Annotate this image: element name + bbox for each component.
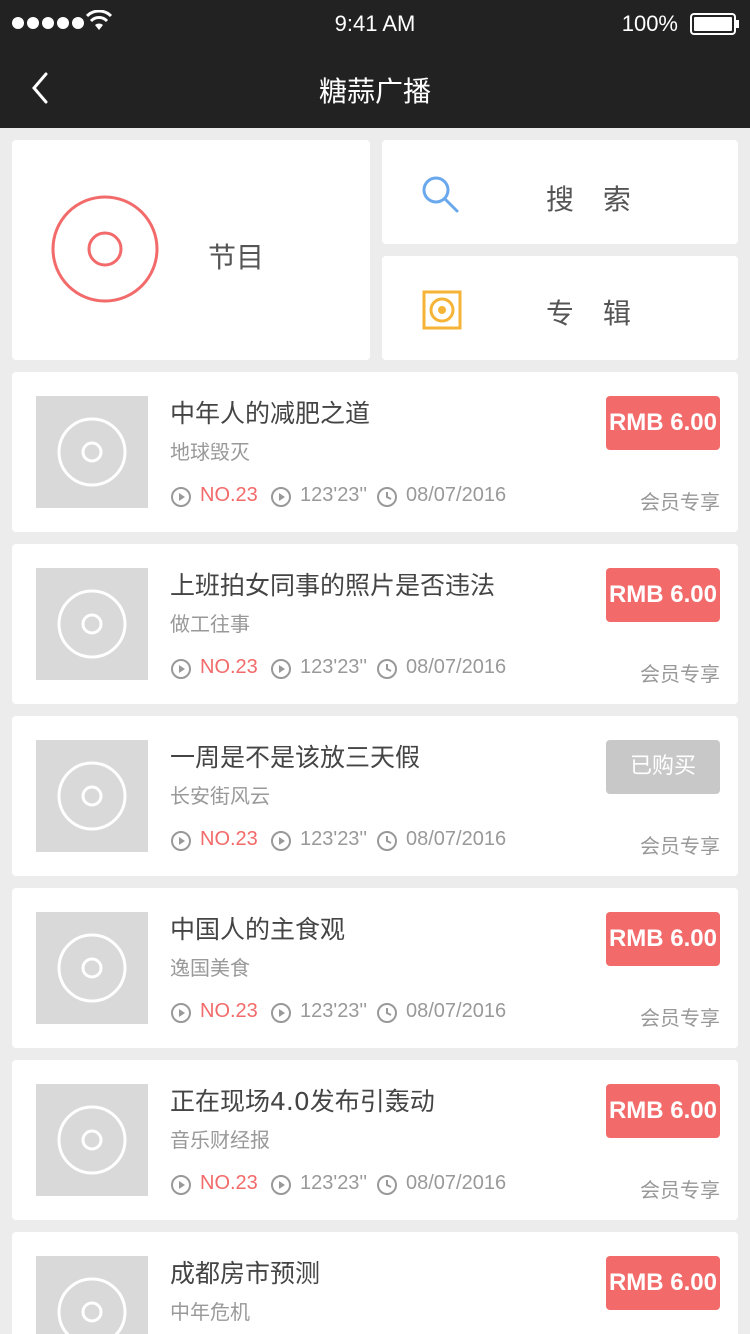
search-card[interactable]: 搜 索	[382, 140, 738, 244]
program-card[interactable]: 节目	[12, 140, 370, 360]
item-thumbnail	[36, 396, 148, 508]
play-icon	[271, 1003, 291, 1023]
search-icon	[422, 176, 459, 213]
item-duration: 123'23''	[300, 1172, 368, 1194]
battery-icon	[690, 13, 739, 35]
disc-icon	[57, 417, 127, 487]
member-label: 会员专享	[640, 1006, 720, 1030]
item-meta: NO.23 123'23'' 08/07/2016	[170, 828, 510, 854]
price-button[interactable]: RMB 6.00	[606, 568, 720, 622]
item-date: 08/07/2016	[406, 656, 507, 678]
play-icon	[171, 659, 191, 679]
album-card[interactable]: 专 辑	[382, 256, 738, 360]
play-icon	[171, 1003, 191, 1023]
list-item[interactable]: 成都房市预测 中年危机 RMB 6.00	[12, 1232, 738, 1334]
item-thumbnail	[36, 1256, 148, 1334]
item-meta: NO.23 123'23'' 08/07/2016	[170, 484, 510, 510]
play-icon	[171, 831, 191, 851]
play-icon	[271, 487, 291, 507]
member-label: 会员专享	[640, 1178, 720, 1202]
list-item[interactable]: 一周是不是该放三天假 长安街风云 NO.23 123'23'' 08/07/20…	[12, 716, 738, 876]
item-rank: NO.23	[200, 656, 258, 678]
status-bar: 9:41 AM 100%	[0, 0, 750, 48]
list-item[interactable]: 中国人的主食观 逸国美食 NO.23 123'23'' 08/07/2016 R…	[12, 888, 738, 1048]
item-rank: NO.23	[200, 1000, 258, 1022]
list-item[interactable]: 正在现场4.0发布引轰动 音乐财经报 NO.23 123'23'' 08/07/…	[12, 1060, 738, 1220]
item-rank: NO.23	[200, 828, 258, 850]
clock-icon	[377, 1003, 397, 1023]
item-duration: 123'23''	[300, 828, 368, 850]
price-button[interactable]: RMB 6.00	[606, 912, 720, 966]
item-subtitle: 逸国美食	[170, 956, 250, 980]
item-rank: NO.23	[200, 1172, 258, 1194]
item-date: 08/07/2016	[406, 1172, 507, 1194]
item-duration: 123'23''	[300, 1000, 368, 1022]
page-title: 糖蒜广播	[318, 75, 431, 108]
disc-icon	[57, 1277, 127, 1334]
disc-icon	[57, 1105, 127, 1175]
clock-icon	[377, 831, 397, 851]
play-icon	[271, 831, 291, 851]
item-subtitle: 做工往事	[170, 612, 250, 636]
price-button[interactable]: RMB 6.00	[606, 1256, 720, 1310]
play-icon	[171, 1175, 191, 1195]
price-button[interactable]: RMB 6.00	[606, 1084, 720, 1138]
list-item[interactable]: 中年人的减肥之道 地球毁灭 NO.23 123'23'' 08/07/2016 …	[12, 372, 738, 532]
item-title: 正在现场4.0发布引轰动	[170, 1087, 435, 1116]
item-subtitle: 中年危机	[170, 1300, 250, 1324]
play-icon	[171, 487, 191, 507]
clock-icon	[377, 1175, 397, 1195]
item-date: 08/07/2016	[406, 828, 507, 850]
item-meta: NO.23 123'23'' 08/07/2016	[170, 656, 510, 682]
member-label: 会员专享	[640, 490, 720, 514]
item-subtitle: 音乐财经报	[170, 1128, 270, 1152]
item-meta: NO.23 123'23'' 08/07/2016	[170, 1172, 510, 1198]
disc-icon	[57, 761, 127, 831]
item-thumbnail	[36, 740, 148, 852]
clock-icon	[377, 659, 397, 679]
item-title: 成都房市预测	[170, 1259, 321, 1288]
item-date: 08/07/2016	[406, 484, 507, 506]
item-thumbnail	[36, 568, 148, 680]
item-rank: NO.23	[200, 484, 258, 506]
purchased-button[interactable]: 已购买	[606, 740, 720, 794]
search-label: 搜 索	[546, 183, 641, 216]
program-disc-icon	[51, 195, 159, 303]
album-icon	[422, 290, 462, 330]
item-duration: 123'23''	[300, 656, 368, 678]
item-thumbnail	[36, 912, 148, 1024]
disc-icon	[57, 933, 127, 1003]
item-title: 上班拍女同事的照片是否违法	[170, 571, 496, 600]
member-label: 会员专享	[640, 662, 720, 686]
item-title: 中年人的减肥之道	[170, 399, 371, 428]
item-subtitle: 地球毁灭	[170, 440, 250, 464]
price-button[interactable]: RMB 6.00	[606, 396, 720, 450]
program-label: 节目	[208, 241, 265, 274]
item-title: 一周是不是该放三天假	[170, 743, 421, 772]
clock-icon	[377, 487, 397, 507]
battery-percent: 100%	[621, 11, 678, 36]
list-item[interactable]: 上班拍女同事的照片是否违法 做工往事 NO.23 123'23'' 08/07/…	[12, 544, 738, 704]
play-icon	[271, 1175, 291, 1195]
nav-bar: 糖蒜广播	[0, 48, 750, 128]
item-thumbnail	[36, 1084, 148, 1196]
item-date: 08/07/2016	[406, 1000, 507, 1022]
item-duration: 123'23''	[300, 484, 368, 506]
item-subtitle: 长安街风云	[170, 784, 270, 808]
play-icon	[271, 659, 291, 679]
item-title: 中国人的主食观	[170, 915, 346, 944]
member-label: 会员专享	[640, 834, 720, 858]
album-label: 专 辑	[546, 297, 641, 330]
disc-icon	[57, 589, 127, 659]
item-meta: NO.23 123'23'' 08/07/2016	[170, 1000, 510, 1026]
